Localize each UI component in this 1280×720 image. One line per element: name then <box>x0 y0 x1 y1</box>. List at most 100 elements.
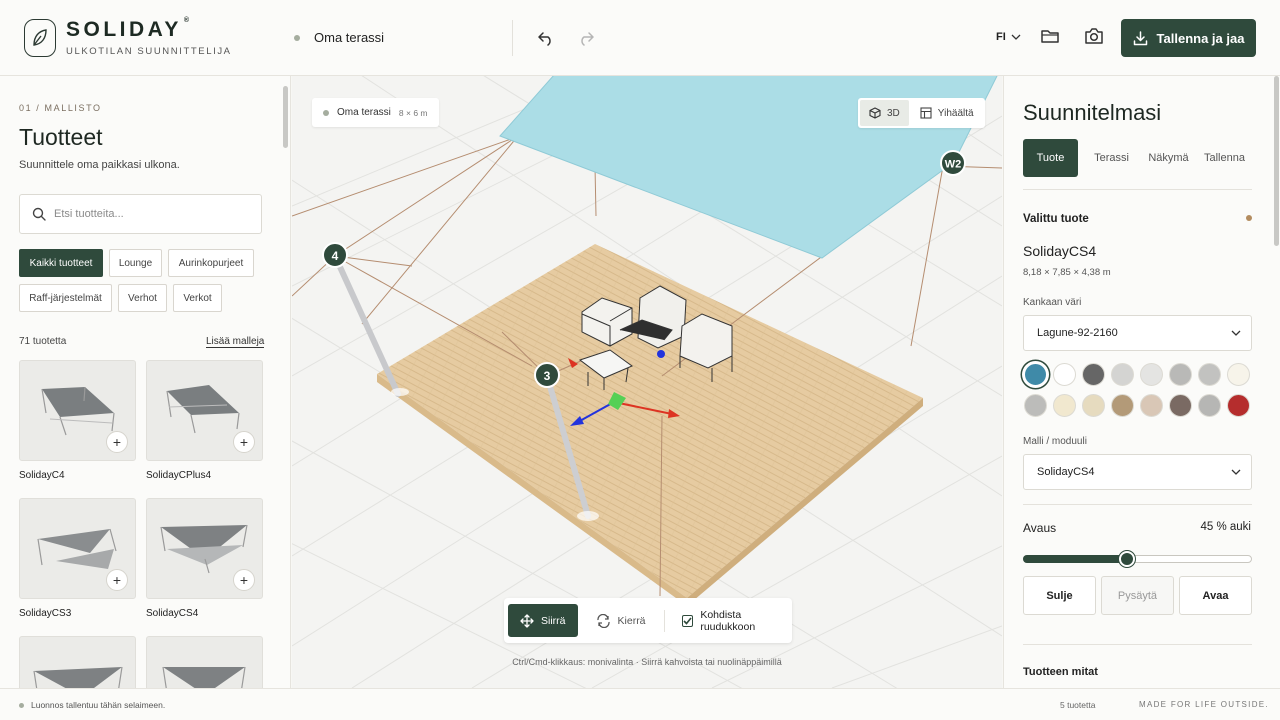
tab-terrace[interactable]: Terassi <box>1084 139 1139 177</box>
selection-indicator <box>1246 215 1252 221</box>
search-input[interactable] <box>54 208 244 220</box>
add-product-button[interactable]: + <box>106 569 128 591</box>
camera-icon[interactable] <box>1084 27 1106 49</box>
filter-chip-nets[interactable]: Verkot <box>173 284 222 312</box>
panel-divider <box>1023 189 1252 190</box>
fabric-color-select[interactable]: Lagune-92-2160 <box>1023 315 1252 351</box>
color-swatch[interactable] <box>1053 363 1076 386</box>
view-top-label: Yihäältä <box>937 107 974 119</box>
tagline: MADE FOR LIFE OUTSIDE. <box>1139 700 1269 709</box>
transform-toolbar: Siirrä Kierrä Kohdista ruudukkoon <box>504 598 792 643</box>
filter-chip-raff-systems[interactable]: Raff-järjestelmät <box>19 284 112 312</box>
selected-product-label: Valittu tuote <box>1023 213 1089 225</box>
chevron-down-icon <box>1231 330 1241 336</box>
color-swatch[interactable] <box>1169 394 1192 417</box>
checkbox-checked-icon[interactable] <box>682 614 694 627</box>
folder-icon[interactable] <box>1040 27 1062 49</box>
tab-save[interactable]: Tallenna <box>1197 139 1252 177</box>
plan-title: Suunnitelmasi <box>1023 100 1162 125</box>
color-swatch[interactable] <box>1111 394 1134 417</box>
open-button[interactable]: Avaa <box>1179 576 1252 615</box>
color-swatch[interactable] <box>1198 363 1221 386</box>
color-swatch[interactable] <box>1227 394 1250 417</box>
search-box[interactable] <box>19 194 262 234</box>
filter-chip-sun-sails[interactable]: Aurinkopurjeet <box>168 249 254 277</box>
filter-chip-lounge[interactable]: Lounge <box>109 249 162 277</box>
floorplan-icon <box>920 107 932 119</box>
view-3d-button[interactable]: 3D <box>860 100 909 126</box>
project-name[interactable]: Oma terassi <box>294 30 384 45</box>
save-and-share-button[interactable]: Tallenna ja jaa <box>1121 19 1256 57</box>
toolbar-divider <box>663 609 665 632</box>
color-swatch[interactable] <box>1140 363 1163 386</box>
view-top-button[interactable]: Yihäältä <box>911 100 983 126</box>
color-swatch[interactable] <box>1140 394 1163 417</box>
registered-mark: ® <box>183 17 190 24</box>
post-marker-w2[interactable]: W2 <box>940 150 966 176</box>
language-select[interactable]: FI <box>996 31 1021 43</box>
product-thumbnail <box>162 666 246 688</box>
model-select[interactable]: SolidayCS4 <box>1023 454 1252 490</box>
add-product-button[interactable]: + <box>106 431 128 453</box>
sidebar-scrollbar[interactable] <box>283 86 288 148</box>
redo-icon[interactable] <box>574 26 598 50</box>
brand-subtitle: ULKOTILAN SUUNNITTELIJA <box>66 46 232 57</box>
color-swatch[interactable] <box>1227 363 1250 386</box>
add-product-button[interactable]: + <box>233 569 255 591</box>
tab-product[interactable]: Tuote <box>1023 139 1078 177</box>
fabric-color-label: Kankaan väri <box>1023 297 1082 308</box>
keyboard-hint: Ctrl/Cmd-klikkaus: monivalinta · Siirrä … <box>512 657 782 667</box>
product-card[interactable]: + <box>19 498 136 599</box>
product-card[interactable] <box>146 636 263 688</box>
brand-name[interactable]: SOLIDAY ® <box>66 17 190 42</box>
post-marker-3[interactable]: 3 <box>534 362 560 388</box>
more-models-link[interactable]: Lisää malleja <box>206 336 265 348</box>
selected-product-name: SolidayCS4 <box>1023 243 1097 259</box>
post-marker-4[interactable]: 4 <box>322 242 348 268</box>
header: SOLIDAY ® ULKOTILAN SUUNNITTELIJA Oma ter… <box>0 0 1280 76</box>
close-button[interactable]: Sulje <box>1023 576 1096 615</box>
product-card[interactable] <box>19 636 136 688</box>
move-tool-button[interactable]: Siirrä <box>508 604 578 637</box>
rotate-tool-label: Kierrä <box>617 614 646 627</box>
3d-viewport[interactable]: 4 3 W2 Oma terassi 8 × 6 m 3D Yihäältä S… <box>292 76 1002 688</box>
rotate-icon <box>596 613 610 628</box>
post-marker-label: 4 <box>332 249 339 263</box>
products-subtitle: Suunnittele oma paikkasi ulkona. <box>19 159 180 171</box>
product-card[interactable]: + <box>19 360 136 461</box>
model-value: SolidayCS4 <box>1037 466 1095 478</box>
color-swatch[interactable] <box>1024 394 1047 417</box>
color-swatch[interactable] <box>1082 394 1105 417</box>
undo-icon[interactable] <box>534 26 558 50</box>
download-icon <box>1133 30 1147 45</box>
save-and-share-label: Tallenna ja jaa <box>1156 30 1245 46</box>
product-count: 71 tuotetta <box>19 336 67 347</box>
tab-view[interactable]: Näkymä <box>1141 139 1196 177</box>
color-swatch[interactable] <box>1053 394 1076 417</box>
panel-scrollbar[interactable] <box>1274 76 1279 246</box>
snap-to-grid-toggle[interactable]: Kohdista ruudukkoon <box>670 604 788 637</box>
draft-status: Luonnos tallentuu tähän selaimeen. <box>19 700 165 710</box>
color-swatch[interactable] <box>1024 363 1047 386</box>
rotate-tool-button[interactable]: Kierrä <box>584 604 658 637</box>
draft-status-dot <box>19 702 24 708</box>
product-card[interactable]: + <box>146 360 263 461</box>
plan-panel: Suunnitelmasi Tuote Terassi Näkymä Talle… <box>1003 76 1280 688</box>
color-swatch[interactable] <box>1198 394 1221 417</box>
filter-chip-curtains[interactable]: Verhot <box>118 284 167 312</box>
product-card[interactable]: + <box>146 498 263 599</box>
slider-thumb[interactable] <box>1119 551 1135 567</box>
product-name: SolidayCS3 <box>19 608 72 619</box>
color-swatch[interactable] <box>1082 363 1105 386</box>
scene-canvas[interactable]: 4 3 W2 <box>292 76 1002 688</box>
add-product-button[interactable]: + <box>233 431 255 453</box>
color-swatch[interactable] <box>1111 363 1134 386</box>
leaf-logo-icon[interactable] <box>24 19 56 57</box>
color-swatch[interactable] <box>1169 363 1192 386</box>
filter-chip-all[interactable]: Kaikki tuotteet <box>19 249 103 277</box>
selected-product-dims: 8,18 × 7,85 × 4,38 m <box>1023 267 1111 278</box>
opening-slider[interactable] <box>1023 551 1252 567</box>
chevron-down-icon <box>1231 469 1241 475</box>
stop-button[interactable]: Pysäytä <box>1101 576 1174 615</box>
search-icon <box>32 207 46 221</box>
